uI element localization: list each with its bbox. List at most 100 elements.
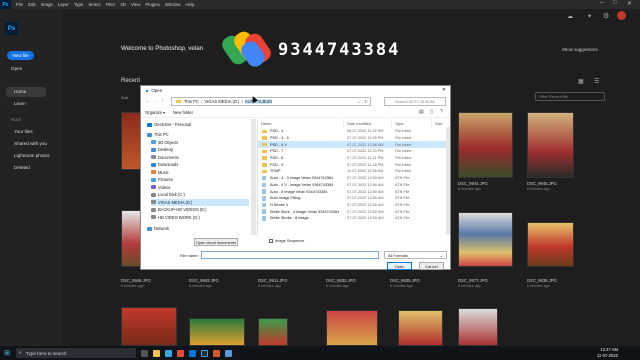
recent-thumb[interactable]	[458, 308, 498, 346]
recent-thumb[interactable]	[326, 310, 378, 346]
tree-item-documents[interactable]: Documents	[151, 154, 179, 161]
tree-item-network[interactable]: Network	[147, 225, 169, 232]
file-row[interactable]: PSD - 6 V 07-07-2022 12:56 AM File folder	[258, 141, 450, 148]
recent-thumb[interactable]	[527, 222, 574, 267]
file-row[interactable]: White Stork - 4 image Velan 9344743384 07…	[258, 208, 450, 215]
menu-3d[interactable]: 3D	[120, 2, 126, 7]
list-view-icon[interactable]: ☰	[594, 78, 599, 85]
address-bar[interactable]: This PC › VIGAS MEDIA (D:) › AUTO ALBUM …	[171, 97, 371, 106]
file-name-input[interactable]	[201, 251, 379, 259]
breadcrumb-this-pc[interactable]: This PC	[184, 99, 199, 104]
tree-item-local-disk[interactable]: Local Disk (C:)	[151, 191, 185, 198]
menu-edit[interactable]: Edit	[28, 2, 36, 7]
back-arrow-icon[interactable]: ←	[145, 98, 150, 104]
menu-window[interactable]: Window	[165, 2, 181, 7]
help-icon[interactable]: ?	[440, 109, 443, 115]
file-row[interactable]: White Stroke - 8 image 07-07-2022 12:50 A…	[258, 215, 450, 222]
maximize-icon[interactable]: □	[613, 0, 617, 6]
tree-item-pictures[interactable]: Pictures	[151, 176, 173, 183]
column-size[interactable]: Size	[432, 119, 450, 127]
edge-icon[interactable]	[165, 349, 172, 357]
filter-recent-input[interactable]: Filter Recent file	[535, 92, 605, 101]
recent-thumb[interactable]	[189, 318, 245, 346]
checkbox-box[interactable]	[269, 238, 273, 243]
tree-item-onedrive[interactable]: OneDrive - Personal	[147, 121, 191, 128]
minimize-icon[interactable]: –	[600, 0, 603, 6]
sidebar-item-learn[interactable]: Learn	[14, 101, 26, 106]
tree-item-downloads[interactable]: Downloads	[151, 161, 178, 168]
file-row[interactable]: PSD - 4 - 5 07-07-2022 11:35 PM File folde…	[258, 135, 450, 142]
menu-view[interactable]: View	[131, 2, 140, 7]
tree-item-desktop[interactable]: Desktop	[151, 146, 173, 153]
file-row[interactable]: Auto - 4 - 3 image Velan 9344743384 07-07…	[258, 175, 450, 182]
file-row[interactable]: PSD - 4 06-07-2022 11:32 PM File folder	[258, 128, 450, 135]
dialog-search-input[interactable]: Search AUTO ALBUM	[384, 97, 446, 106]
view-options-icon[interactable]: ▤	[419, 109, 424, 115]
app-icon[interactable]	[213, 349, 220, 357]
file-explorer-icon[interactable]	[153, 349, 160, 357]
open-button[interactable]: Open	[387, 262, 412, 270]
recent-thumb[interactable]	[527, 112, 574, 178]
menu-layer[interactable]: Layer	[58, 2, 69, 7]
sidebar-item-deleted[interactable]: Deleted	[14, 165, 30, 170]
lightbulb-icon[interactable]: ✦	[587, 13, 592, 20]
recent-thumb[interactable]	[398, 310, 443, 346]
store-icon[interactable]	[189, 349, 196, 357]
menu-plugins[interactable]: Plugins	[145, 2, 159, 7]
sidebar-item-your-files[interactable]: Your files	[14, 129, 33, 134]
column-type[interactable]: Type	[392, 119, 432, 127]
menu-help[interactable]: Help	[185, 2, 194, 7]
file-row[interactable]: PSD - 7 07-07-2022 11:20 PM File folder	[258, 148, 450, 155]
dialog-close-icon[interactable]: ✕	[442, 87, 446, 93]
sidebar-item-home[interactable]: Home	[14, 89, 26, 94]
photoshop-taskbar-icon[interactable]	[201, 349, 208, 357]
file-row[interactable]: TEMP 11-07-2022 12:56 AM File folder	[258, 168, 450, 175]
refresh-icon[interactable]: ↻	[364, 99, 368, 104]
system-clock[interactable]: 12:47 AM 11-07-2022	[597, 347, 618, 359]
menu-select[interactable]: Select	[88, 2, 100, 7]
tree-item-hd-video-work[interactable]: HD VIDEO WORK (G:)	[151, 214, 200, 221]
new-folder-button[interactable]: New folder	[173, 110, 193, 115]
tree-item-music[interactable]: Music	[151, 169, 169, 176]
file-format-select[interactable]: All Formats ⌄	[384, 251, 447, 259]
sidebar-item-shared[interactable]: Shared with you	[14, 141, 47, 146]
tree-scrollbar[interactable]	[251, 119, 256, 235]
menu-filter[interactable]: Filter	[106, 2, 116, 7]
cancel-button[interactable]: Cancel	[419, 262, 444, 270]
breadcrumb-drive[interactable]: VIGAS MEDIA (D:)	[204, 99, 239, 104]
cloud-icon[interactable]: ☁	[567, 13, 573, 20]
tree-item-videos[interactable]: Videos	[151, 184, 170, 191]
breadcrumb-folder[interactable]: AUTO ALBUM	[244, 99, 272, 104]
new-file-button[interactable]: New file	[7, 51, 34, 60]
file-row[interactable]: H Stroke 4 07-07-2022 12:50 AM ATN File	[258, 202, 450, 209]
recent-thumb[interactable]	[458, 212, 513, 267]
file-list-scrollbar[interactable]	[446, 127, 450, 235]
file-row[interactable]: Auto Image Filling 07-07-2022 12:50 AM ATN…	[258, 195, 450, 202]
recent-thumb[interactable]	[458, 112, 513, 178]
taskbar-search[interactable]: ⌕ Type here to search	[16, 348, 136, 358]
sort-label[interactable]: Sort	[121, 95, 128, 100]
file-row[interactable]: Auto - 8 image Velan 9344743384 07-07-202…	[258, 188, 450, 195]
file-row[interactable]: PSD - 8 07-07-2022 11:21 PM File folder	[258, 155, 450, 162]
recent-thumb[interactable]	[121, 307, 177, 346]
menu-file[interactable]: File	[16, 2, 23, 7]
avatar[interactable]	[617, 11, 626, 20]
menu-image[interactable]: Image	[41, 2, 53, 7]
tree-item-backup-hd[interactable]: BACKUP-HD VIDEOS (E:)	[151, 206, 206, 213]
tree-item-3d-objects[interactable]: 3D Objects	[151, 139, 178, 146]
column-date-modified[interactable]: Date modified	[344, 119, 392, 127]
grid-view-icon[interactable]: ▦	[578, 78, 584, 85]
file-row[interactable]: PSD - 9 07-07-2022 11:26 PM File folder	[258, 162, 450, 169]
dropdown-chevron-icon[interactable]: ⌄	[357, 99, 361, 104]
open-cloud-documents-button[interactable]: Open cloud documents	[194, 238, 238, 246]
organize-button[interactable]: Organize ▾	[145, 110, 165, 115]
gear-icon[interactable]: ⚙	[603, 12, 609, 20]
forward-arrow-icon[interactable]: →	[153, 98, 158, 104]
tree-item-vigas-media[interactable]: VIGAS MEDIA (D:)	[151, 198, 249, 206]
preview-pane-icon[interactable]: ▯	[430, 109, 433, 115]
windows-start-icon[interactable]: ⊞	[0, 346, 14, 360]
image-sequence-checkbox[interactable]: Image Sequence	[269, 238, 304, 243]
tree-item-this-pc[interactable]: This PC	[147, 131, 169, 138]
chrome-icon[interactable]	[177, 349, 184, 357]
file-row[interactable]: Auto - 4 V - image Velan 9344743384 07-07…	[258, 182, 450, 189]
